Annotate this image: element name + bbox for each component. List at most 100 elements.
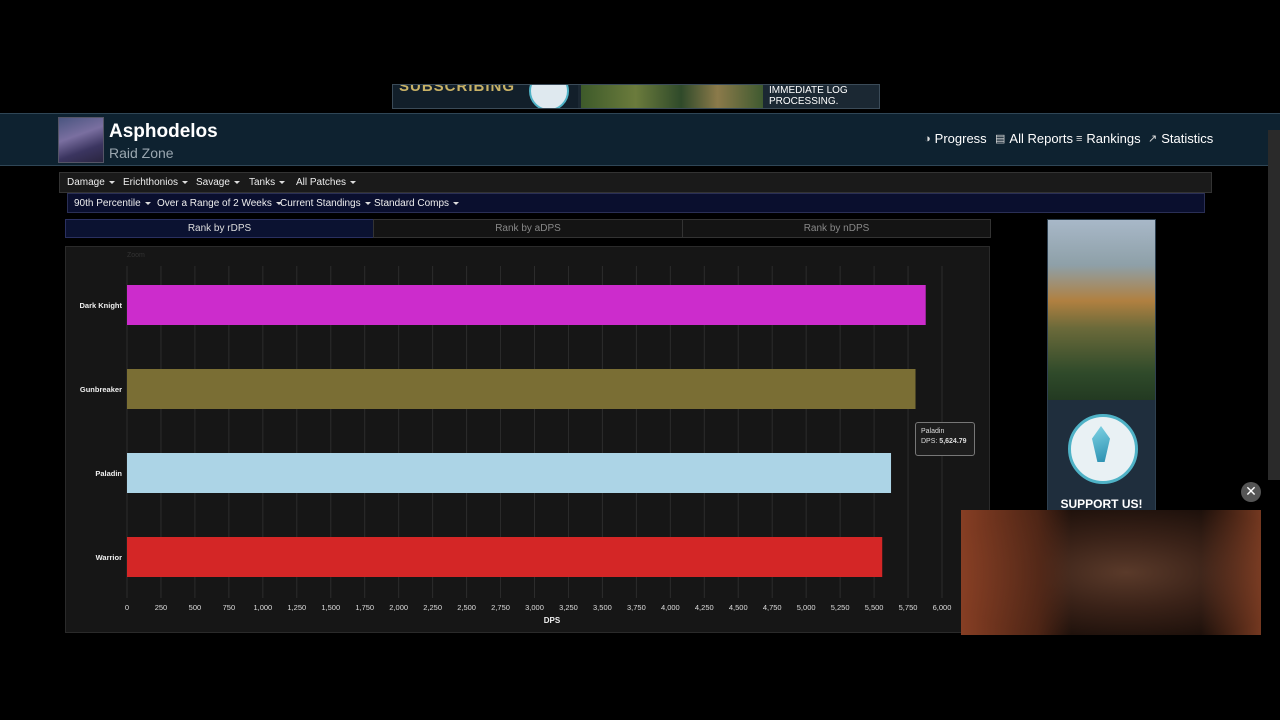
dps-bar-chart: Zoom 0 250 500 750 1,000 1,250 1,500 1,750 2,000 2…	[79, 252, 952, 625]
nav-all-reports[interactable]: ▤ All Reports	[995, 131, 1073, 146]
video-player[interactable]	[961, 510, 1261, 635]
nav-progress-label: Progress	[934, 131, 987, 146]
filter-encounter-label: Erichthonios	[123, 177, 179, 188]
close-video-button[interactable]: ✕	[1241, 482, 1261, 502]
bar-warrior	[127, 537, 883, 577]
zone-title: Asphodelos	[109, 121, 218, 142]
x-tick-label: 4,500	[729, 603, 748, 612]
caret-down-icon	[182, 181, 189, 184]
x-tick-label: 3,750	[627, 603, 646, 612]
x-tick-label: 1,500	[321, 603, 340, 612]
caret-down-icon	[279, 181, 286, 184]
zone-subtitle: Raid Zone	[109, 145, 174, 161]
x-tick-label: 5,000	[797, 603, 816, 612]
bar-gunbreaker	[127, 369, 916, 409]
filter-encounter-dropdown[interactable]: Erichthonios	[123, 173, 189, 192]
filter-role-dropdown[interactable]: Tanks	[249, 173, 286, 192]
filter-bar-primary: Damage Erichthonios Savage Tanks All Pat…	[59, 172, 1212, 193]
nav-progress[interactable]: ◑ Progress	[924, 131, 987, 146]
x-axis-title: DPS	[544, 616, 561, 625]
x-tick-label: 3,000	[525, 603, 544, 612]
y-category-label: Gunbreaker	[80, 385, 122, 394]
filter-bar-secondary: 90th Percentile Over a Range of 2 Weeks …	[67, 193, 1205, 213]
x-tick-label: 250	[155, 603, 168, 612]
x-tick-label: 5,750	[899, 603, 918, 612]
ad-scene-image	[581, 85, 763, 108]
filter-patch-dropdown[interactable]: All Patches	[296, 173, 357, 192]
nav-statistics[interactable]: ↗ Statistics	[1148, 131, 1213, 146]
tooltip-dps-value: 5,624.79	[939, 438, 967, 445]
caret-down-icon	[364, 201, 371, 205]
chart-zoom-label: Zoom	[127, 252, 145, 259]
x-tick-label: 2,000	[389, 603, 408, 612]
tab-rank-by-adps[interactable]: Rank by aDPS	[373, 219, 683, 238]
x-tick-label: 5,500	[865, 603, 884, 612]
ad-left-panel: SUBSCRIBING	[393, 85, 578, 108]
filter-difficulty-label: Savage	[196, 177, 230, 188]
top-banner-ad[interactable]: SUBSCRIBING IMMEDIATE LOG PROCESSING.	[392, 84, 880, 109]
filter-metric-label: Damage	[67, 177, 105, 188]
bar-dark-knight	[127, 285, 926, 325]
side-ad-artwork	[1048, 220, 1155, 400]
x-tick-label: 500	[189, 603, 202, 612]
x-tick-label: 2,250	[423, 603, 442, 612]
video-frame-left	[961, 510, 1071, 635]
x-tick-label: 3,250	[559, 603, 578, 612]
x-tick-label: 0	[125, 603, 129, 612]
ad-left-text: SUBSCRIBING	[399, 84, 516, 95]
x-tick-label: 1,000	[253, 603, 272, 612]
video-frame-right	[1201, 510, 1261, 635]
reports-icon: ▤	[995, 133, 1006, 145]
x-tick-label: 5,250	[831, 603, 850, 612]
filter-standings-dropdown[interactable]: Current Standings	[280, 194, 371, 212]
x-tick-label: 4,000	[661, 603, 680, 612]
support-us-text: SUPPORT US!	[1060, 497, 1143, 511]
filter-patch-label: All Patches	[296, 177, 347, 188]
statistics-icon: ↗	[1148, 133, 1158, 145]
filter-standings-label: Current Standings	[280, 197, 361, 209]
x-tick-label: 3,500	[593, 603, 612, 612]
globe-icon: ◑	[924, 132, 931, 145]
filter-range-dropdown[interactable]: Over a Range of 2 Weeks	[157, 194, 282, 212]
filter-metric-dropdown[interactable]: Damage	[67, 173, 115, 192]
x-tick-label: 6,000	[933, 603, 952, 612]
ad-right-text: IMMEDIATE LOG PROCESSING.	[769, 85, 879, 108]
x-tick-label: 750	[223, 603, 236, 612]
zone-image	[58, 117, 104, 163]
caret-down-icon	[233, 181, 240, 184]
tab-rank-by-rdps[interactable]: Rank by rDPS	[65, 219, 374, 238]
caret-down-icon	[108, 181, 115, 184]
caret-down-icon	[144, 201, 151, 205]
x-tick-label: 2,750	[491, 603, 510, 612]
nav-rankings[interactable]: ≡ Rankings	[1076, 131, 1141, 146]
tooltip-dps-label: DPS:	[921, 438, 938, 445]
tooltip-name: Paladin	[921, 428, 945, 435]
y-category-label: Warrior	[96, 553, 122, 562]
ad-right-line1: IMMEDIATE LOG	[769, 85, 848, 96]
x-tick-label: 4,250	[695, 603, 714, 612]
filter-comps-label: Standard Comps	[374, 197, 450, 209]
x-tick-label: 2,500	[457, 603, 476, 612]
filter-role-label: Tanks	[249, 177, 276, 188]
bar-paladin	[127, 453, 892, 493]
side-ad[interactable]: SUPPORT US!	[1047, 219, 1156, 513]
chart-tooltip: Paladin DPS: 5,624.79	[915, 422, 975, 456]
y-category-label: Paladin	[95, 469, 122, 478]
x-tick-label: 4,750	[763, 603, 782, 612]
filter-range-label: Over a Range of 2 Weeks	[157, 197, 272, 209]
caret-down-icon	[453, 201, 460, 205]
nav-statistics-label: Statistics	[1161, 131, 1214, 146]
filter-comps-dropdown[interactable]: Standard Comps	[374, 194, 460, 212]
caret-down-icon	[350, 181, 357, 184]
x-tick-label: 1,250	[287, 603, 306, 612]
y-category-label: Dark Knight	[79, 301, 122, 310]
nav-all-reports-label: All Reports	[1009, 131, 1073, 146]
filter-percentile-label: 90th Percentile	[74, 197, 141, 209]
ad-right-line2: PROCESSING.	[769, 96, 839, 107]
ad-logo-icon	[529, 85, 569, 108]
filter-percentile-dropdown[interactable]: 90th Percentile	[74, 194, 151, 212]
rankings-icon: ≡	[1076, 132, 1083, 145]
tab-rank-by-ndps[interactable]: Rank by nDPS	[682, 219, 991, 238]
filter-difficulty-dropdown[interactable]: Savage	[196, 173, 240, 192]
page-scrollbar[interactable]	[1268, 130, 1280, 480]
